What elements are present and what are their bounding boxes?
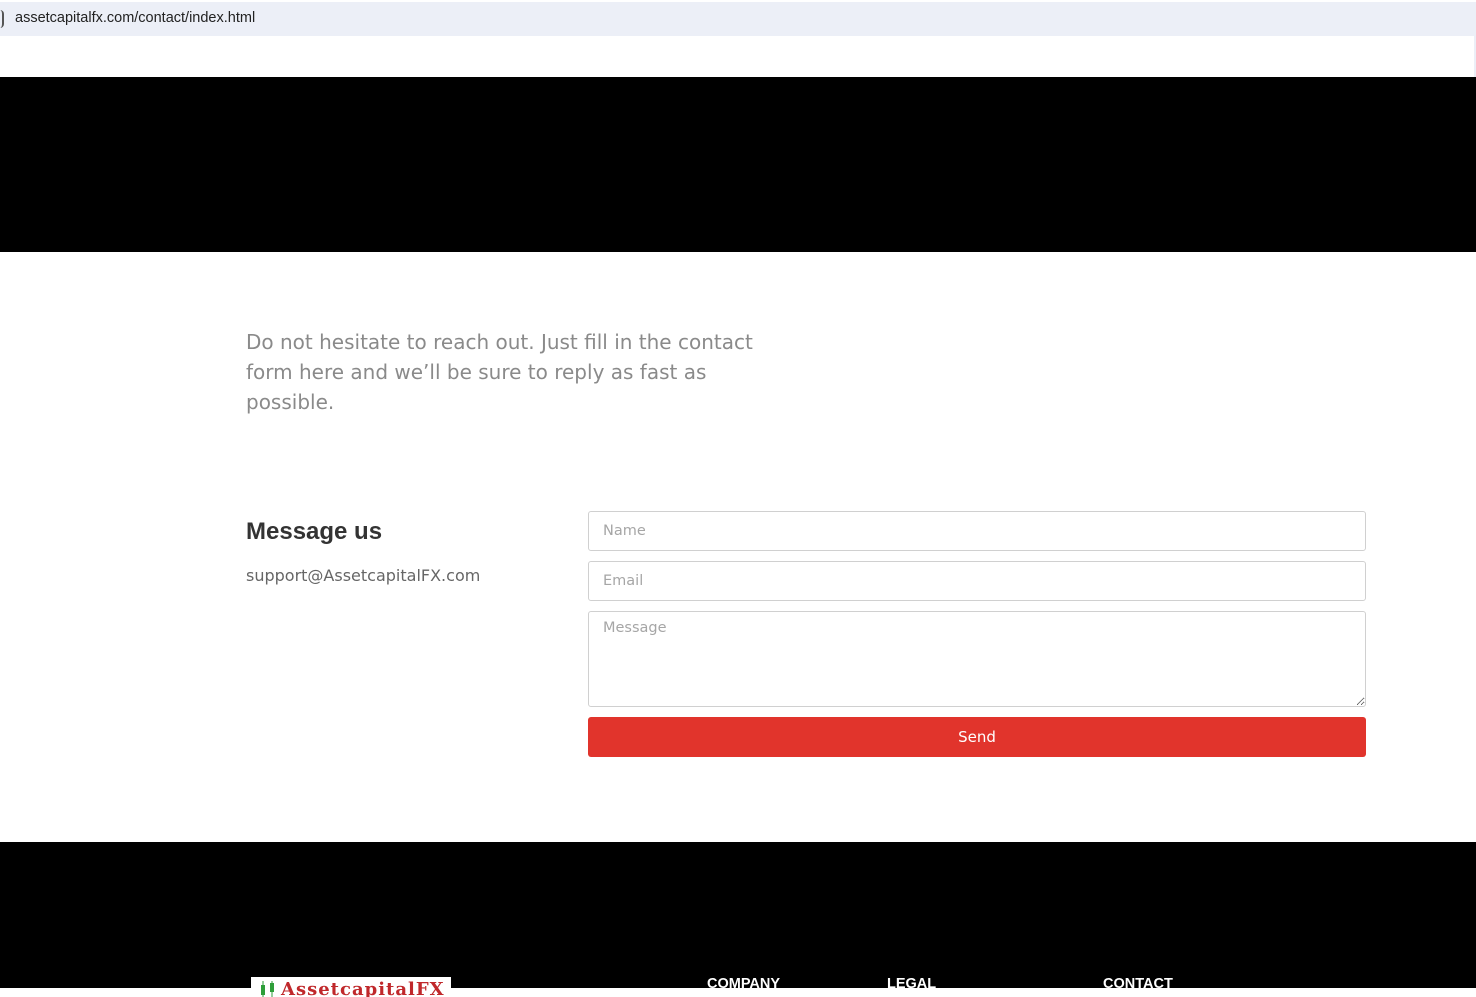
url-text[interactable]: assetcapitalfx.com/contact/index.html (15, 10, 255, 26)
footer: AssetcapitalFX COMPANY LEGAL CONTACT (0, 842, 1476, 997)
name-input[interactable] (588, 511, 1366, 551)
hero-banner (0, 77, 1476, 252)
email-input[interactable] (588, 561, 1366, 601)
candlestick-icon (261, 981, 274, 997)
intro-text: Do not hesitate to reach out. Just fill … (246, 330, 753, 414)
footer-logo[interactable]: AssetcapitalFX (251, 977, 451, 997)
browser-address-bar[interactable]: assetcapitalfx.com/contact/index.html (0, 2, 1476, 36)
send-button[interactable]: Send (588, 717, 1366, 757)
message-textarea[interactable] (588, 611, 1366, 707)
logo-text: AssetcapitalFX (281, 979, 445, 997)
footer-heading-company: COMPANY (707, 976, 781, 992)
message-us-heading: Message us (246, 518, 383, 545)
site-info-icon[interactable] (0, 10, 4, 28)
footer-heading-legal: LEGAL (887, 976, 937, 992)
support-email: support@AssetcapitalFX.com (246, 566, 481, 585)
footer-heading-contact: CONTACT (1103, 976, 1173, 992)
